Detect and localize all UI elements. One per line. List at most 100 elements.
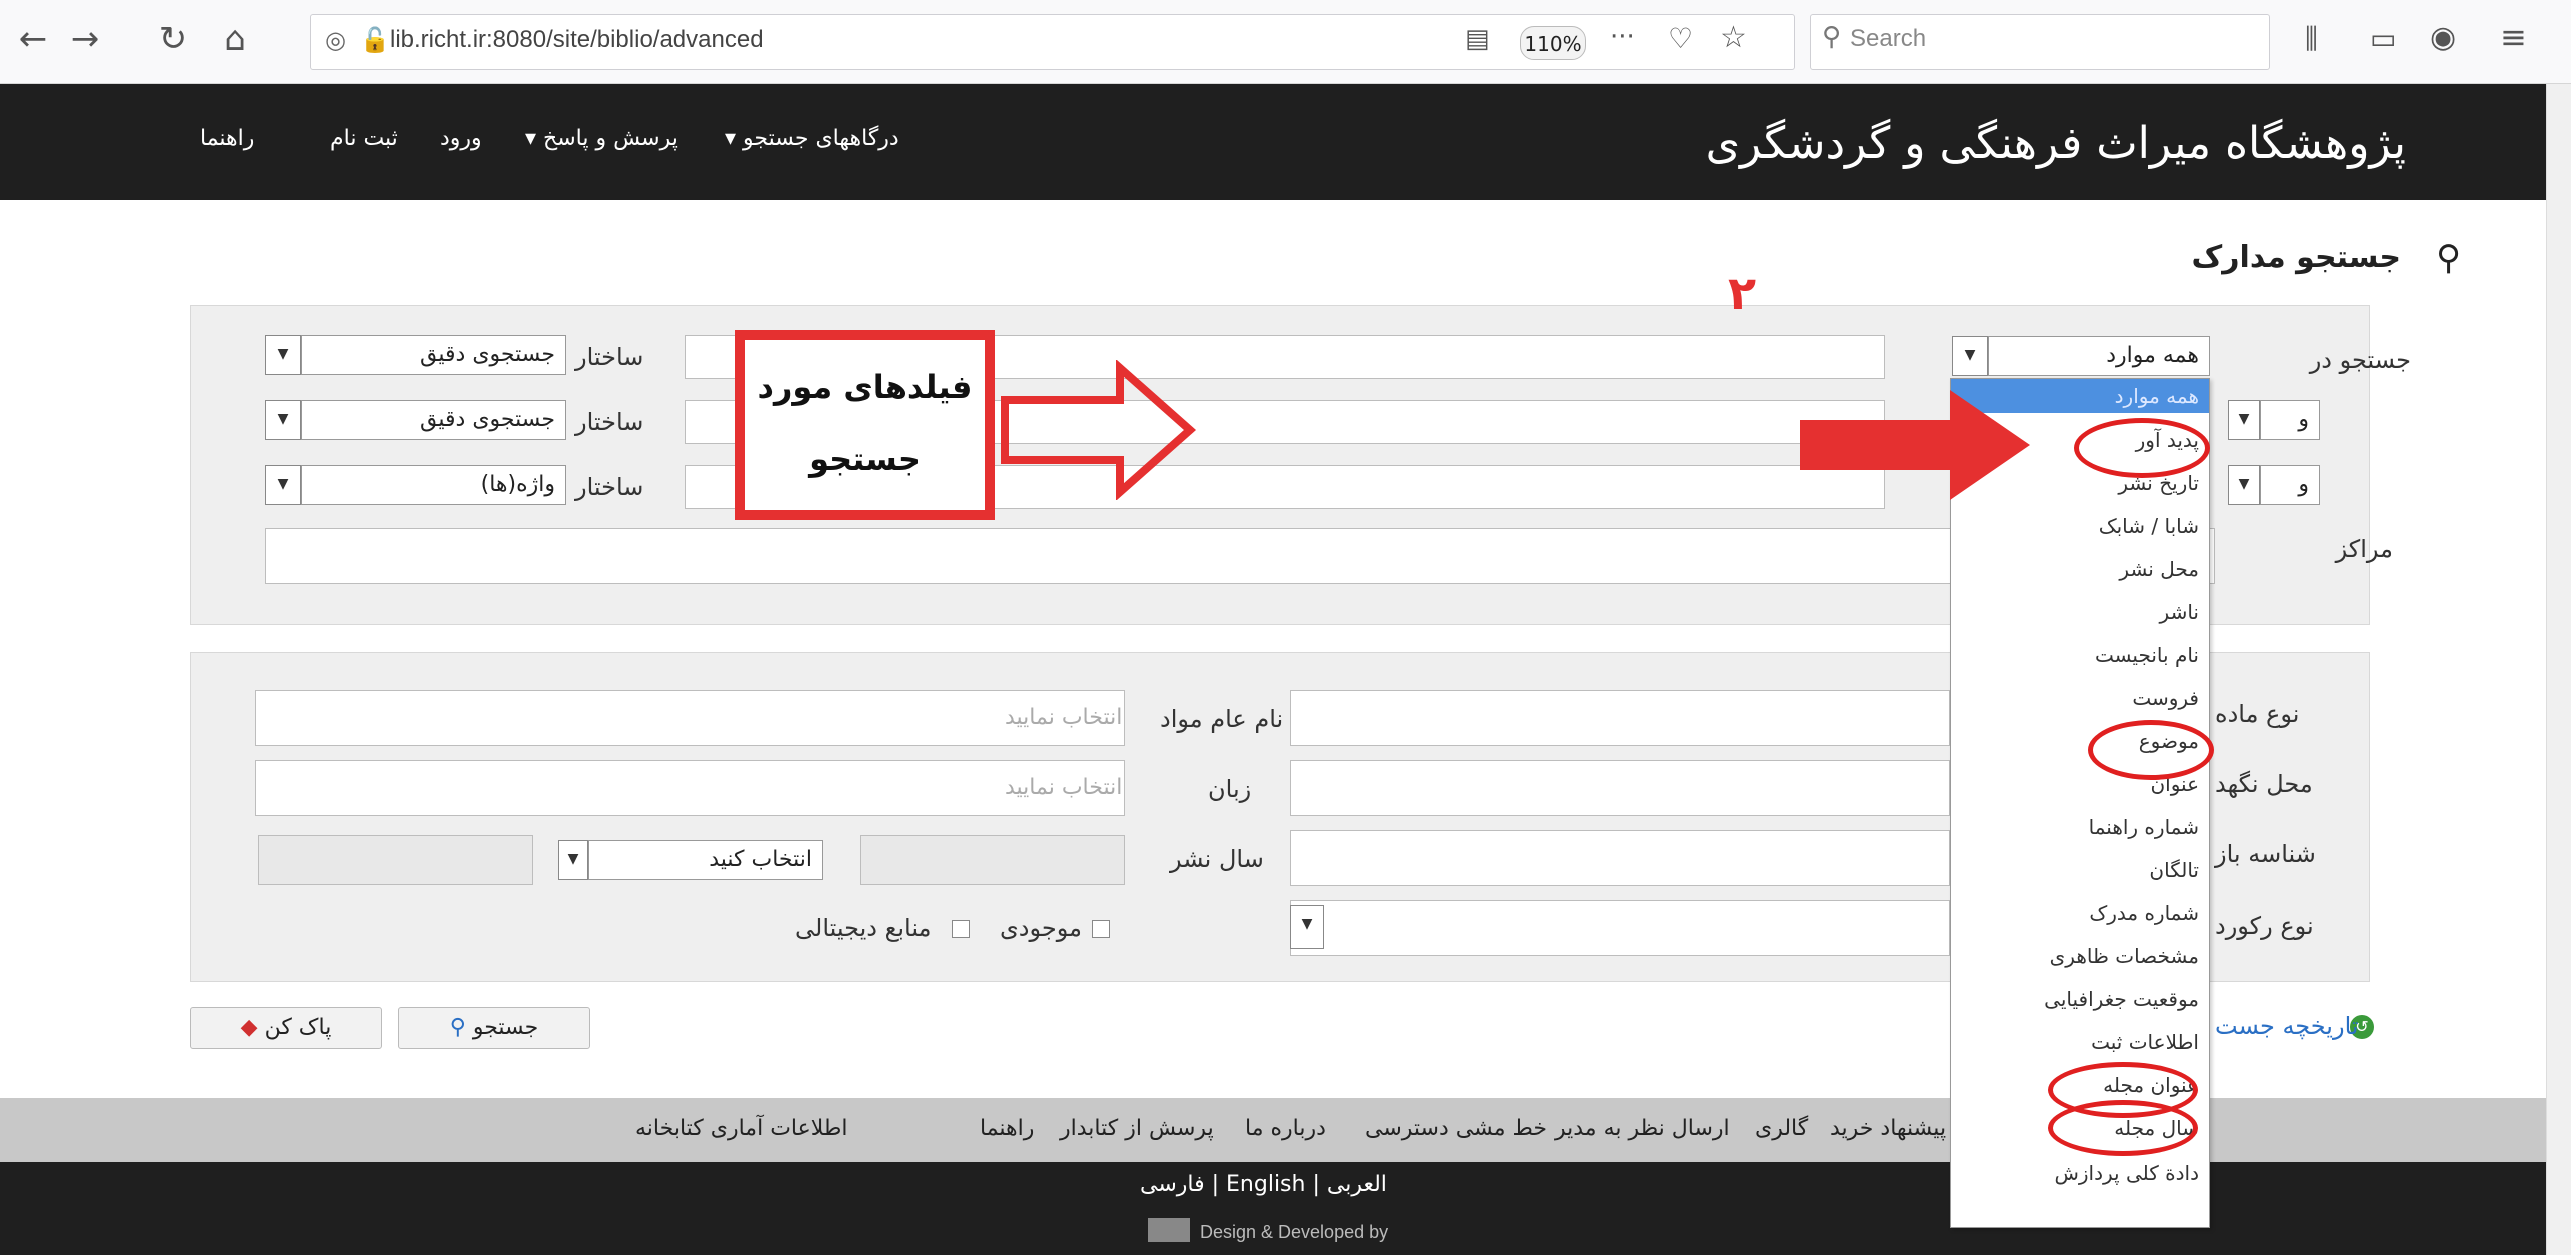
- footer-link-policy[interactable]: خط مشی دسترسی: [1365, 1116, 1547, 1141]
- forward-icon[interactable]: →: [60, 14, 110, 64]
- chevron-down-icon[interactable]: ▼: [265, 400, 301, 440]
- menu-icon[interactable]: ≡: [2500, 18, 2527, 56]
- search-button[interactable]: جستجو ⚲: [398, 1007, 590, 1049]
- general-material-placeholder: انتخاب نمایید: [1005, 705, 1123, 730]
- home-icon[interactable]: ⌂: [210, 14, 260, 64]
- footer-link-feedback[interactable]: ارسال نظر به مدیر: [1555, 1116, 1730, 1141]
- available-checkbox[interactable]: [1092, 920, 1110, 938]
- digital-checkbox[interactable]: [952, 920, 970, 938]
- dropdown-option[interactable]: تالگان: [2149, 858, 2199, 882]
- identifier-input[interactable]: [1290, 830, 1950, 886]
- insecure-lock-icon[interactable]: 🔓: [360, 26, 390, 54]
- chevron-down-icon[interactable]: ▼: [265, 335, 301, 375]
- nav-search-portals[interactable]: درگاههای جستجو ▾: [725, 126, 899, 151]
- general-material-label: نام عام مواد: [1160, 705, 1284, 733]
- eraser-icon: ◆: [240, 1015, 258, 1040]
- location-input[interactable]: [1290, 760, 1950, 816]
- identifier-label: شناسه باز: [2215, 840, 2316, 868]
- structure-select-3[interactable]: واژه(ها): [301, 465, 566, 505]
- dropdown-option[interactable]: همه موارد: [2115, 384, 2199, 408]
- history-link[interactable]: تاریخچه جست: [2215, 1012, 2359, 1040]
- dropdown-option[interactable]: محل نشر: [2119, 557, 2199, 581]
- structure-label-2: ساختار: [575, 408, 644, 436]
- dropdown-option[interactable]: موقعیت جغرافیایی: [2044, 987, 2199, 1011]
- footer-link-gallery[interactable]: گالری: [1755, 1116, 1808, 1141]
- chevron-down-icon[interactable]: ▼: [1290, 905, 1324, 949]
- account-icon[interactable]: ◉: [2430, 20, 2456, 55]
- footer-link-suggest[interactable]: پیشنهاد خرید: [1830, 1116, 1946, 1141]
- centers-input[interactable]: [265, 528, 2215, 584]
- operator-select-1[interactable]: و: [2260, 400, 2320, 440]
- browser-search-placeholder[interactable]: Search: [1850, 25, 1926, 53]
- site-title[interactable]: پژوهشگاه میراث فرهنگی و گردشگری: [1706, 118, 2406, 169]
- clear-button[interactable]: پاک کن ◆: [190, 1007, 382, 1049]
- search-in-select[interactable]: همه موارد: [1988, 336, 2210, 376]
- material-type-label: نوع ماده: [2215, 700, 2300, 728]
- bookmark-star-icon[interactable]: ☆: [1720, 20, 1747, 55]
- footer-link-about[interactable]: درباره ما: [1245, 1116, 1326, 1141]
- nav-qa[interactable]: پرسش و پاسخ ▾: [525, 126, 678, 151]
- record-type-select[interactable]: [1290, 900, 1950, 956]
- dropdown-option[interactable]: فروست: [2132, 686, 2199, 710]
- chevron-down-icon[interactable]: ▼: [2228, 465, 2260, 505]
- design-credit: Design & Developed by: [1200, 1222, 1389, 1242]
- developer-logo: [1148, 1218, 1190, 1242]
- dropdown-option[interactable]: نام بانجیست: [2095, 643, 2199, 667]
- pub-year-operator-select[interactable]: انتخاب کنید: [588, 840, 823, 880]
- structure-label-1: ساختار: [575, 343, 644, 371]
- pocket-icon[interactable]: ♡: [1668, 22, 1693, 55]
- footer-link-stats[interactable]: اطلاعات آماری کتابخانه: [635, 1116, 847, 1141]
- highlight-ring-creator: [2074, 418, 2210, 478]
- search-button-label: جستجو: [472, 1015, 539, 1040]
- arrow-outline-icon: [1001, 360, 1197, 500]
- chevron-down-icon[interactable]: ▼: [2228, 400, 2260, 440]
- structure-select-1[interactable]: جستجوی دقیق: [301, 335, 566, 375]
- chevron-down-icon[interactable]: ▼: [265, 465, 301, 505]
- clear-button-label: پاک کن: [264, 1015, 332, 1040]
- search-icon: ⚲: [2436, 238, 2461, 278]
- url-text[interactable]: lib.richt.ir:8080/site/biblio/advanced: [390, 26, 764, 54]
- nav-register[interactable]: ثبت نام: [330, 126, 398, 151]
- dropdown-option[interactable]: ناشر: [2160, 600, 2199, 624]
- callout-line-2: جستجو: [809, 440, 921, 478]
- dropdown-option[interactable]: شماره راهنما: [2089, 815, 2199, 839]
- search-in-label: جستجو در: [2309, 346, 2411, 374]
- library-icon[interactable]: ⫼: [2305, 22, 2318, 56]
- nav-login[interactable]: ورود: [440, 126, 482, 151]
- dropdown-option[interactable]: شابا / شابک: [2099, 514, 2199, 538]
- operator-select-2[interactable]: و: [2260, 465, 2320, 505]
- language-label: زبان: [1208, 775, 1252, 803]
- pub-year-from-input[interactable]: [860, 835, 1125, 885]
- annotation-number: ۲: [1728, 266, 1757, 320]
- back-icon[interactable]: ←: [8, 14, 58, 64]
- sidebar-icon[interactable]: ▭: [2370, 22, 2396, 55]
- callout-line-1: فیلدهای مورد: [757, 368, 973, 406]
- chevron-down-icon[interactable]: ▼: [1952, 336, 1988, 376]
- magnifier-icon: ⚲: [449, 1015, 466, 1040]
- page-actions-icon[interactable]: ···: [1610, 22, 1635, 52]
- language-input[interactable]: [255, 760, 1125, 816]
- zoom-indicator[interactable]: 110%: [1520, 26, 1586, 60]
- shield-icon[interactable]: ◎: [325, 26, 346, 54]
- page-scrollbar[interactable]: [2546, 84, 2571, 1255]
- pub-year-to-input[interactable]: [258, 835, 533, 885]
- dropdown-option[interactable]: اطلاعات ثبت: [2091, 1030, 2199, 1054]
- dropdown-option[interactable]: شماره مدرک: [2089, 901, 2199, 925]
- record-type-label: نوع رکورد: [2215, 912, 2314, 940]
- chevron-down-icon[interactable]: ▼: [558, 840, 588, 880]
- reload-icon[interactable]: ↻: [148, 14, 198, 64]
- reader-view-icon[interactable]: ▤: [1465, 24, 1490, 54]
- language-placeholder: انتخاب نمایید: [1005, 775, 1123, 800]
- highlight-ring-journal-year: [2048, 1100, 2198, 1156]
- general-material-input[interactable]: [255, 690, 1125, 746]
- dropdown-option[interactable]: دادة کلی پردازش: [2054, 1161, 2199, 1185]
- footer-link-ask-librarian[interactable]: پرسش از کتابدار: [1060, 1116, 1214, 1141]
- location-label: محل نگهد: [2215, 770, 2313, 798]
- arrow-to-dropdown-icon: [1800, 390, 2030, 500]
- nav-help[interactable]: راهنما: [200, 126, 254, 151]
- structure-select-2[interactable]: جستجوی دقیق: [301, 400, 566, 440]
- dropdown-option[interactable]: مشخصات ظاهری: [2050, 944, 2199, 968]
- language-switcher[interactable]: فارسی | English | العربی: [1140, 1172, 1387, 1197]
- material-type-input[interactable]: [1290, 690, 1950, 746]
- footer-link-help[interactable]: راهنما: [980, 1116, 1034, 1141]
